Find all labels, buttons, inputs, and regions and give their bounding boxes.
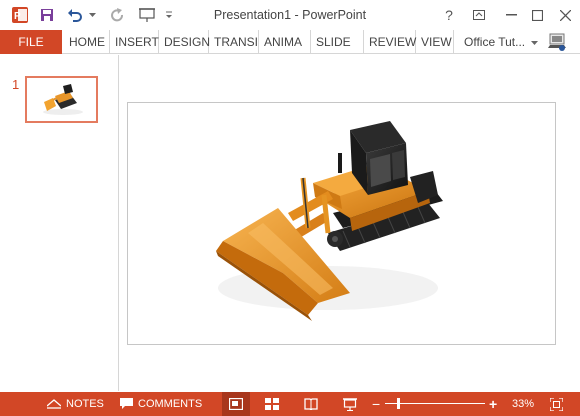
ribbon-display-options-icon[interactable]: [464, 0, 494, 30]
slide-number: 1: [12, 77, 20, 92]
close-icon[interactable]: [550, 0, 580, 30]
normal-view-icon: [229, 398, 243, 410]
user-avatar-icon[interactable]: [546, 30, 570, 54]
slideshow-view-button[interactable]: [336, 392, 364, 416]
zoom-slider-thumb[interactable]: [397, 398, 400, 409]
tab-insert[interactable]: INSERT: [110, 30, 159, 54]
bulldozer-image[interactable]: [128, 103, 555, 344]
notes-icon: [47, 399, 61, 409]
bulldozer-thumbnail-icon: [43, 84, 83, 115]
maximize-icon[interactable]: [522, 0, 552, 30]
comments-button[interactable]: COMMENTS: [120, 392, 202, 416]
slide-editor-area: [120, 55, 580, 391]
account-name[interactable]: Office Tut...: [464, 30, 525, 54]
slideshow-icon: [343, 397, 357, 411]
zoom-in-button[interactable]: +: [489, 392, 497, 416]
notes-button[interactable]: NOTES: [47, 392, 104, 416]
notes-label: NOTES: [66, 398, 104, 410]
tab-transitions[interactable]: TRANSI: [209, 30, 259, 54]
powerpoint-window: P Presentation1 - PowerPoint ? FILE HOME…: [0, 0, 580, 416]
slide-thumbnail[interactable]: [25, 76, 98, 123]
zoom-out-button[interactable]: −: [372, 392, 380, 416]
tab-slide-show[interactable]: SLIDE S: [311, 30, 364, 73]
file-tab[interactable]: FILE: [0, 30, 62, 54]
tab-design[interactable]: DESIGN: [159, 30, 210, 54]
account-dropdown-icon[interactable]: [531, 30, 541, 54]
reading-view-button[interactable]: [297, 392, 325, 416]
slide-sorter-icon: [265, 398, 279, 410]
normal-view-button[interactable]: [222, 392, 250, 416]
title-bar: P Presentation1 - PowerPoint ?: [0, 0, 580, 30]
fit-slide-button[interactable]: [542, 392, 570, 416]
slide-sorter-view-button[interactable]: [258, 392, 286, 416]
fit-to-window-icon: [549, 397, 563, 411]
help-button[interactable]: ?: [434, 0, 464, 30]
zoom-slider-track[interactable]: [385, 403, 485, 404]
slide-thumbnail-pane: 1: [0, 55, 119, 391]
tab-review[interactable]: REVIEW: [364, 30, 416, 54]
slide-canvas[interactable]: [127, 102, 556, 345]
tab-animations[interactable]: ANIMA: [259, 30, 311, 54]
status-bar: NOTES COMMENTS − + 33%: [0, 392, 580, 416]
comments-label: COMMENTS: [138, 398, 203, 410]
zoom-level[interactable]: 33%: [512, 392, 534, 416]
comment-icon: [120, 398, 133, 409]
tab-home[interactable]: HOME: [64, 30, 110, 54]
ribbon-tabs: FILE HOME INSERT DESIGN TRANSI ANIMA SLI…: [0, 30, 580, 73]
tab-view[interactable]: VIEW: [416, 30, 454, 54]
reading-view-icon: [304, 398, 318, 410]
